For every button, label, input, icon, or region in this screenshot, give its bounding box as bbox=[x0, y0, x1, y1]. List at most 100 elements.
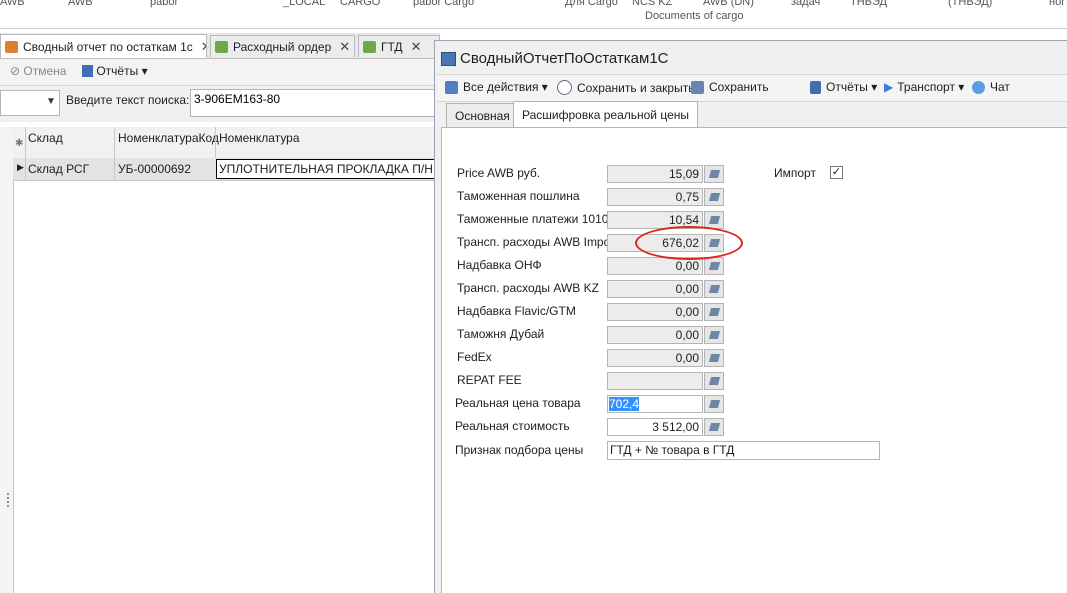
field-value-fedex[interactable]: 0,00 bbox=[607, 349, 703, 367]
form-title: СводныйОтчетПоОстаткам1С bbox=[460, 50, 669, 67]
chat-icon bbox=[972, 80, 985, 94]
real-price-input[interactable]: 702,4 bbox=[607, 395, 703, 413]
save-close-label: Сохранить и закрыть bbox=[577, 80, 695, 95]
ribbon-item[interactable]: AWB bbox=[68, 0, 93, 8]
floppy-icon bbox=[691, 80, 704, 94]
edit-icon[interactable] bbox=[704, 395, 724, 413]
close-icon[interactable]: ✕ bbox=[201, 39, 206, 55]
tab-label: ГТД bbox=[381, 39, 403, 54]
tab-expense-order[interactable]: Расходный ордер ✕ bbox=[210, 35, 355, 57]
cell-name[interactable]: УПЛОТНИТЕЛЬНАЯ ПРОКЛАДКА П/Н 3 bbox=[219, 162, 438, 176]
tab-label: Расходный ордер bbox=[233, 39, 332, 54]
cell-code[interactable]: УБ-00000692 bbox=[118, 162, 191, 176]
real-cost-value[interactable]: 3 512,00 bbox=[607, 418, 703, 436]
row-indicator-icon: ✱ bbox=[15, 138, 24, 149]
field-value-flavic-surcharge[interactable]: 0,00 bbox=[607, 303, 703, 321]
column-divider bbox=[25, 158, 26, 180]
ribbon-item[interactable]: NCS KZ bbox=[632, 0, 672, 8]
ribbon-item[interactable]: AWB bbox=[0, 0, 25, 8]
search-label: Введите текст поиска: bbox=[66, 93, 190, 107]
close-icon[interactable]: ✕ bbox=[339, 39, 350, 55]
tab-main-label: Основная bbox=[455, 109, 510, 123]
tab-summary-report[interactable]: Сводный отчет по остаткам 1с ✕ bbox=[0, 34, 207, 58]
save-button[interactable]: Сохранить bbox=[691, 80, 769, 94]
search-input[interactable] bbox=[190, 89, 440, 117]
column-header-code[interactable]: НоменклатураКод bbox=[118, 131, 219, 145]
ribbon-item[interactable]: pabor bbox=[150, 0, 178, 8]
field-value-dubai-customs[interactable]: 0,00 bbox=[607, 326, 703, 344]
edit-icon[interactable] bbox=[704, 349, 724, 367]
ribbon-item[interactable]: ноr bbox=[1049, 0, 1065, 8]
tab-gtd[interactable]: ГТД ✕ bbox=[358, 35, 440, 57]
document-tab-bar: Сводный отчет по остаткам 1с ✕ Расходный… bbox=[0, 33, 440, 59]
column-divider bbox=[114, 127, 115, 158]
edit-icon[interactable] bbox=[704, 280, 724, 298]
ribbon-item[interactable]: (ТНВЭД) bbox=[948, 0, 992, 8]
field-label: Трансп. расходы AWB KZ bbox=[457, 281, 599, 295]
field-value-customs-duty[interactable]: 0,75 bbox=[607, 188, 703, 206]
price-criterion-field[interactable]: ГТД + № товара в ГТД bbox=[607, 441, 880, 460]
chevron-down-icon[interactable]: ▼ bbox=[46, 96, 56, 107]
ribbon-item[interactable]: CARGO bbox=[340, 0, 380, 8]
tab-main[interactable]: Основная bbox=[446, 103, 519, 128]
field-value-transport-kz[interactable]: 0,00 bbox=[607, 280, 703, 298]
reports-button[interactable]: Отчёты ▾ bbox=[82, 64, 148, 78]
column-divider bbox=[215, 127, 216, 158]
edit-icon[interactable] bbox=[704, 303, 724, 321]
cell-sklad[interactable]: Склад РСГ bbox=[28, 162, 89, 176]
save-label: Сохранить bbox=[709, 80, 769, 94]
edit-icon[interactable] bbox=[704, 326, 724, 344]
ribbon-item[interactable]: AWB (DN) bbox=[703, 0, 754, 8]
transport-button[interactable]: ▶ Транспорт ▾ bbox=[884, 80, 964, 94]
column-divider bbox=[114, 158, 115, 180]
edit-icon[interactable] bbox=[704, 418, 724, 436]
play-icon: ▶ bbox=[884, 80, 894, 94]
ribbon-item[interactable]: ТНВЭД bbox=[850, 0, 887, 8]
edit-icon[interactable] bbox=[704, 188, 724, 206]
reports-icon bbox=[82, 65, 93, 77]
splitter-handle[interactable] bbox=[7, 493, 11, 507]
reports-icon bbox=[810, 80, 821, 94]
field-label: Таможенная пошлина bbox=[457, 189, 580, 203]
reports-label: Отчёты bbox=[96, 64, 139, 78]
field-value-repat-fee[interactable] bbox=[607, 372, 703, 390]
field-label: FedEx bbox=[457, 350, 492, 364]
form-reports-button[interactable]: Отчёты ▾ bbox=[810, 80, 877, 94]
list-toolbar: ⊘ Отмена Отчёты ▾ bbox=[0, 59, 440, 86]
all-actions-label: Все действия bbox=[463, 80, 539, 94]
ribbon-item[interactable]: Для Cargo bbox=[565, 0, 618, 8]
save-and-close-button[interactable]: Сохранить и закрыть bbox=[557, 80, 694, 95]
cancel-label: Отмена bbox=[23, 64, 67, 78]
field-value-price-awb[interactable]: 15,09 bbox=[607, 165, 703, 183]
chat-label: Чат bbox=[990, 80, 1010, 94]
panel-gutter bbox=[0, 127, 13, 593]
window-icon bbox=[441, 52, 456, 66]
cancel-button[interactable]: ⊘ Отмена bbox=[10, 64, 66, 78]
field-label: Price AWB руб. bbox=[457, 166, 541, 180]
edit-icon[interactable] bbox=[704, 372, 724, 390]
tab-price-breakdown[interactable]: Расшифровка реальной цены bbox=[513, 101, 699, 128]
report-icon bbox=[5, 40, 18, 53]
edit-icon[interactable] bbox=[704, 165, 724, 183]
edit-icon[interactable] bbox=[704, 257, 724, 275]
close-icon[interactable]: ✕ bbox=[411, 39, 422, 55]
field-label: Трансп. расходы AWB Import bbox=[457, 235, 618, 249]
import-checkbox[interactable]: ✓ bbox=[830, 166, 843, 179]
reports-label: Отчёты bbox=[826, 80, 868, 94]
import-label: Импорт bbox=[774, 166, 816, 180]
field-label: Надбавка Flavic/GTM bbox=[457, 304, 576, 318]
ribbon-item[interactable]: задач bbox=[791, 0, 820, 8]
all-actions-button[interactable]: Все действия ▾ bbox=[445, 80, 548, 94]
column-header-name[interactable]: Номенклатура bbox=[219, 131, 300, 145]
real-cost-label: Реальная стоимость bbox=[455, 419, 570, 433]
ribbon-item[interactable]: _LOCAL bbox=[283, 0, 325, 8]
field-label: Таможня Дубай bbox=[457, 327, 545, 341]
column-header-sklad[interactable]: Склад bbox=[28, 131, 63, 145]
ribbon-item[interactable]: pabor Cargo bbox=[413, 0, 474, 8]
chat-button[interactable]: Чат bbox=[972, 80, 1010, 94]
selected-text: 702,4 bbox=[609, 397, 640, 411]
grid-header: ✱ Склад НоменклатураКод Номенклатура bbox=[13, 127, 440, 159]
real-price-label: Реальная цена товара bbox=[455, 396, 581, 410]
row-pointer-icon: ▶ bbox=[17, 162, 24, 172]
actions-icon bbox=[445, 80, 458, 94]
